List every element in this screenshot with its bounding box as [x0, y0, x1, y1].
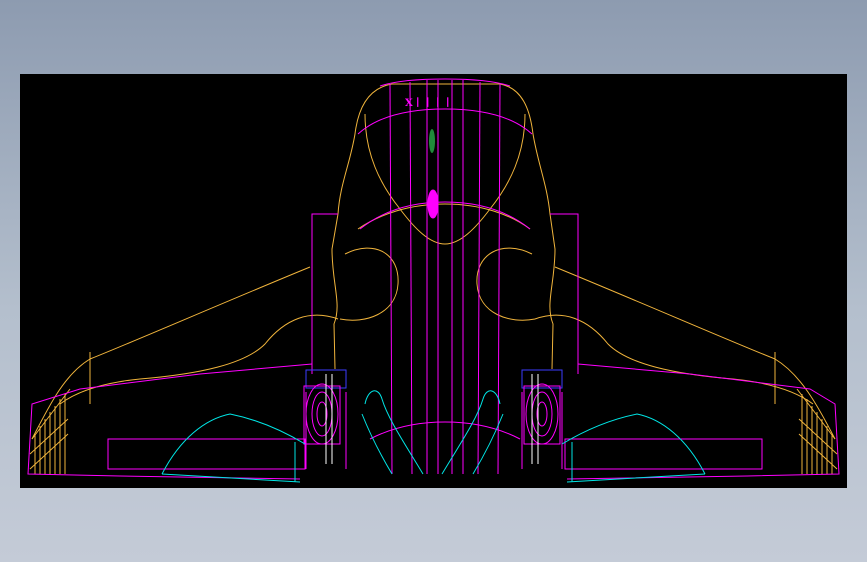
left-elevon [161, 413, 306, 475]
right-trailing-edge-line [566, 473, 706, 483]
canopy-frame [357, 108, 533, 135]
left-wing-fillet [59, 314, 339, 405]
pitot-marker [429, 129, 435, 153]
left-tail-inner [361, 413, 393, 475]
left-intake-bulge [339, 247, 399, 321]
right-wing-leading-edge [554, 266, 836, 440]
left-wing-trailing [27, 363, 313, 480]
nose-top-arc [379, 78, 511, 87]
right-intake-bulge [476, 247, 536, 321]
right-tail [441, 390, 501, 475]
left-flap-box [107, 438, 306, 470]
right-flap-box [564, 438, 763, 470]
right-engine [521, 369, 563, 469]
cad-viewport[interactable]: X丨丨丨丨 [20, 74, 847, 488]
model-label: X丨丨丨丨 [405, 97, 453, 109]
fuselage-outline-left [331, 213, 339, 370]
right-elevon [561, 413, 706, 475]
flying-wing-drawing: X丨丨丨丨 [27, 78, 840, 483]
left-tail [364, 390, 424, 475]
fuselage-side-right [550, 213, 579, 374]
left-wing-leading-edge [31, 266, 311, 440]
left-trailing-edge-line [161, 473, 301, 483]
canopy-outline [364, 113, 526, 245]
lower-body-arc [369, 421, 521, 440]
right-wing-trailing [566, 363, 840, 480]
mid-frame [359, 201, 531, 230]
inner-body-arc [357, 203, 531, 230]
left-engine [303, 369, 347, 469]
center-marker [427, 189, 439, 219]
right-wing-fillet [534, 314, 814, 405]
